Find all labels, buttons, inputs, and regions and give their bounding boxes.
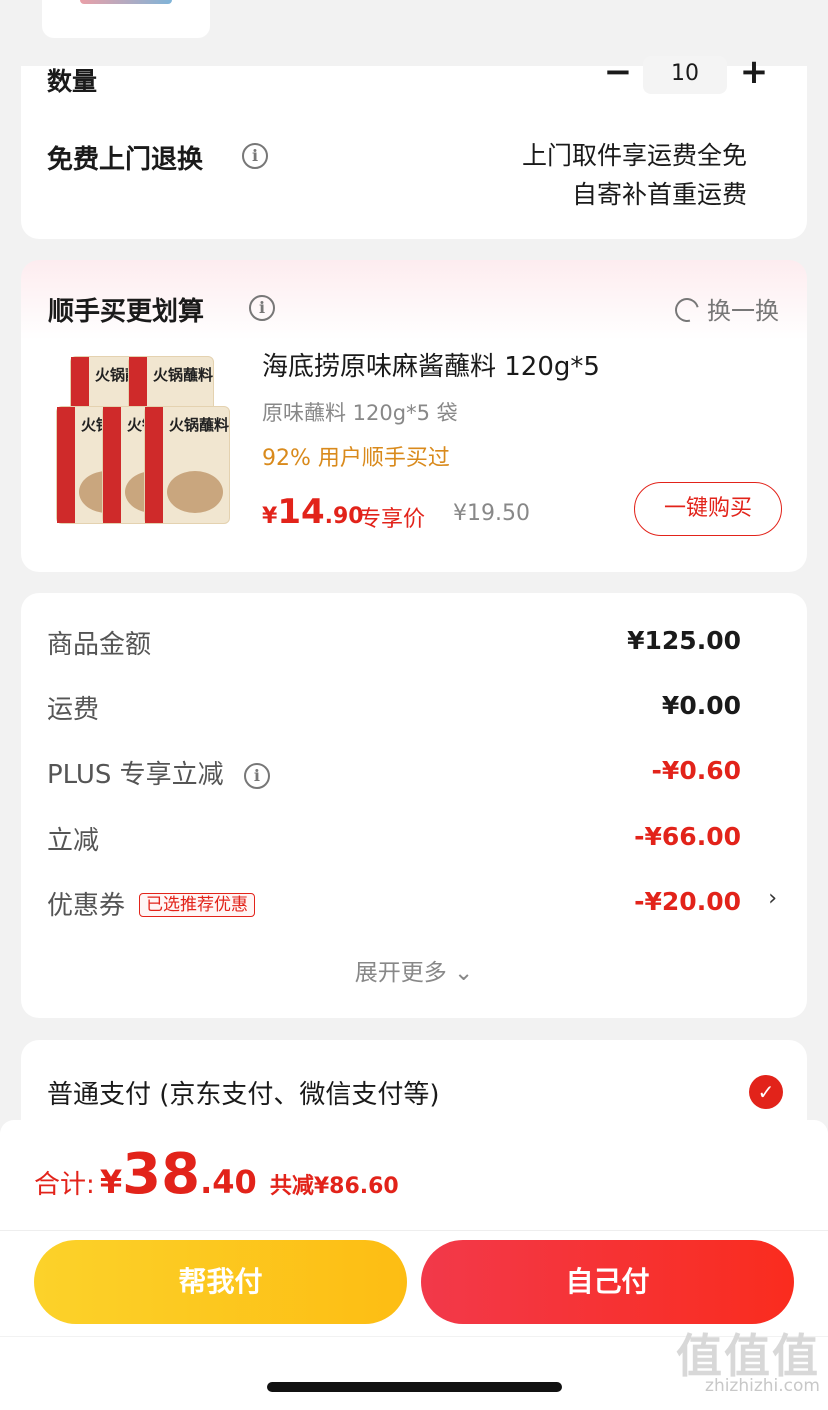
coupon-value[interactable]: -¥20.00 [634, 887, 741, 916]
total-integer: 38 [122, 1142, 201, 1207]
instant-discount-label: 立减 [47, 826, 100, 856]
plus-discount-value: -¥0.60 [651, 756, 741, 785]
return-pickup-text: 上门取件享运费全免 [521, 141, 747, 170]
quantity-label: 数量 [47, 67, 98, 96]
price-summary-card: 商品金额 ¥125.00 运费 ¥0.00 PLUS 专享立减 i -¥0.60… [21, 593, 807, 1018]
shipping-label: 运费 [47, 695, 100, 725]
quantity-return-card: 数量 − 10 + 免费上门退换 i 上门取件享运费全免 自寄补首重运费 [21, 55, 807, 239]
product-thumbnail [80, 0, 172, 4]
info-icon[interactable]: i [242, 143, 268, 169]
total-label: 合计: [34, 1170, 95, 1200]
total-amount: 合计: ¥38.40 共减¥86.60 [34, 1142, 399, 1207]
exclusive-price-tag: 专享价 [359, 507, 426, 532]
coupon-badge: 已选推荐优惠 [139, 893, 256, 917]
package-graphic: 火锅蘸料 [144, 406, 230, 524]
plus-discount-row: PLUS 专享立减 i [47, 754, 270, 791]
upsell-product-image[interactable]: 火锅蘸料 火锅蘸料 火锅蘸料 火锅蘸料 火锅蘸料 [48, 348, 234, 534]
chevron-right-icon[interactable]: › [768, 886, 777, 911]
total-saved: 共减¥86.60 [269, 1174, 399, 1199]
watermark-url: zhizhizhi.com [705, 1376, 820, 1396]
quantity-minus-button[interactable]: − [603, 55, 633, 90]
checkout-bar: 合计: ¥38.40 共减¥86.60 帮我付 自己付 值值值 zhizhizh… [0, 1120, 828, 1410]
payment-method-label[interactable]: 普通支付 (京东支付、微信支付等) [47, 1074, 440, 1111]
upsell-bought-percentage: 92% 用户顺手买过 [262, 446, 450, 471]
quantity-input[interactable]: 10 [643, 56, 727, 94]
free-return-label: 免费上门退换 [47, 145, 204, 175]
expand-more-button[interactable]: 展开更多 ⌄ [21, 953, 807, 987]
info-icon[interactable]: i [243, 762, 270, 789]
upsell-product-spec: 原味蘸料 120g*5 袋 [262, 401, 458, 425]
upsell-price: ¥14.90 [262, 492, 364, 532]
upsell-title: 顺手买更划算 [48, 297, 205, 327]
goods-amount-label: 商品金额 [47, 630, 152, 660]
one-click-buy-button[interactable]: 一键购买 [634, 482, 782, 536]
help-me-pay-button[interactable]: 帮我付 [34, 1240, 407, 1324]
pay-myself-button[interactable]: 自己付 [421, 1240, 794, 1324]
coupon-label: 优惠券 [47, 891, 126, 921]
plus-discount-label: PLUS 专享立减 [47, 760, 224, 790]
previous-product-card [42, 0, 210, 38]
divider [0, 1230, 828, 1231]
swap-label: 换一换 [707, 297, 779, 325]
original-price: ¥19.50 [453, 501, 530, 526]
goods-amount-value: ¥125.00 [627, 626, 741, 655]
refresh-icon [670, 293, 704, 327]
coupon-row[interactable]: 优惠券 已选推荐优惠 [47, 885, 256, 922]
return-self-send-text: 自寄补首重运费 [571, 180, 747, 209]
info-icon[interactable]: i [249, 295, 275, 321]
shipping-value: ¥0.00 [661, 691, 741, 720]
quantity-plus-button[interactable]: + [739, 55, 769, 89]
upsell-card: 顺手买更划算 i 换一换 火锅蘸料 火锅蘸料 火锅蘸料 火锅蘸料 火锅蘸料 海底… [21, 260, 807, 572]
home-indicator[interactable] [267, 1382, 562, 1392]
checkmark-icon[interactable]: ✓ [749, 1075, 783, 1109]
swap-button[interactable]: 换一换 [670, 291, 779, 327]
upsell-product-name[interactable]: 海底捞原味麻酱蘸料 120g*5 [262, 346, 600, 383]
instant-discount-value: -¥66.00 [634, 822, 741, 851]
